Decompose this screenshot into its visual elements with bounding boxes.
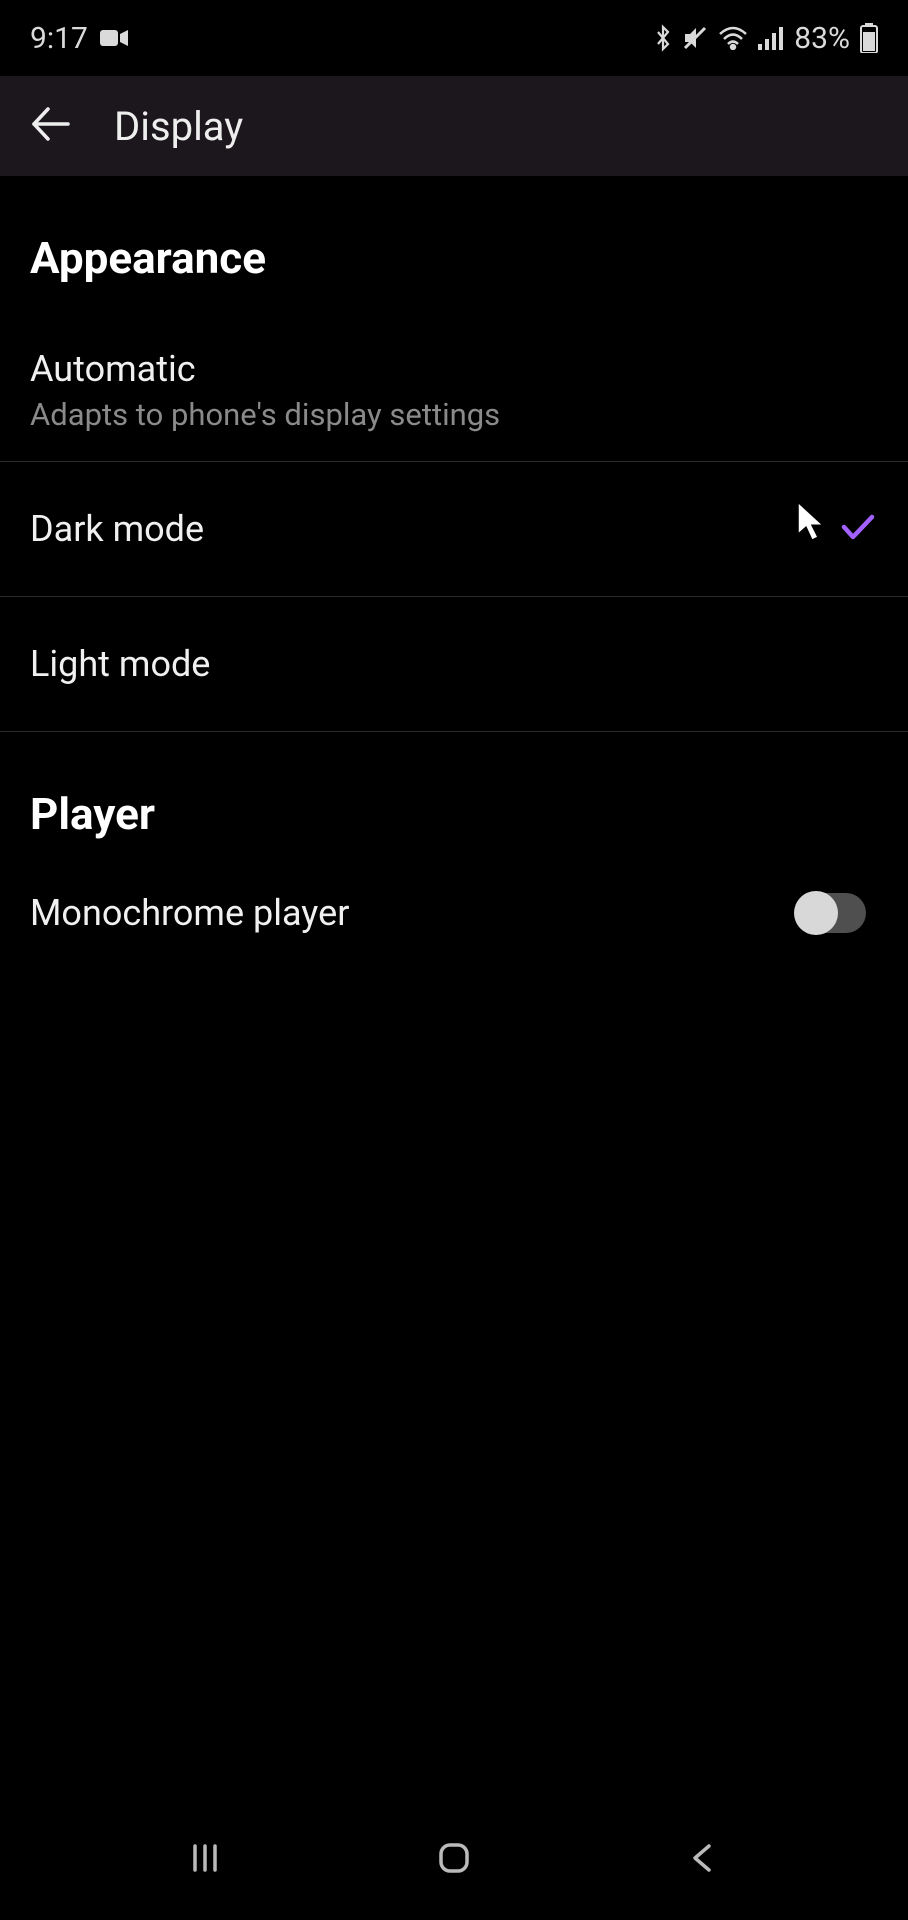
setting-title-automatic: Automatic — [30, 348, 500, 390]
status-time: 9:17 — [30, 21, 88, 56]
setting-title-dark-mode: Dark mode — [30, 508, 204, 550]
nav-home-icon[interactable] — [434, 1838, 474, 1882]
cursor-icon — [796, 500, 828, 548]
setting-subtitle-automatic: Adapts to phone's display settings — [30, 396, 500, 433]
toggle-knob — [794, 891, 838, 935]
battery-icon — [860, 23, 878, 53]
content-area: Appearance Automatic Adapts to phone's d… — [0, 176, 908, 962]
nav-recents-icon[interactable] — [185, 1838, 225, 1882]
bluetooth-icon — [654, 24, 672, 52]
setting-monochrome-player[interactable]: Monochrome player — [0, 876, 908, 962]
app-bar: Display — [0, 76, 908, 176]
status-bar-right: 83% — [654, 21, 878, 56]
wifi-icon — [718, 26, 748, 50]
section-header-player: Player — [0, 732, 908, 876]
status-bar: 9:17 — [0, 0, 908, 76]
battery-percent: 83% — [794, 21, 850, 56]
status-bar-left: 9:17 — [30, 21, 128, 56]
signal-icon — [758, 26, 784, 50]
back-arrow-icon[interactable] — [28, 101, 74, 151]
navigation-bar — [0, 1800, 908, 1920]
setting-automatic[interactable]: Automatic Adapts to phone's display sett… — [0, 320, 908, 462]
page-title: Display — [114, 103, 243, 150]
setting-title-monochrome: Monochrome player — [30, 892, 349, 934]
video-camera-icon — [100, 28, 128, 48]
toggle-monochrome[interactable] — [796, 893, 866, 933]
nav-back-icon[interactable] — [683, 1838, 723, 1882]
mute-icon — [682, 25, 708, 51]
setting-title-light-mode: Light mode — [30, 643, 210, 685]
section-header-appearance: Appearance — [0, 176, 908, 320]
setting-dark-mode[interactable]: Dark mode — [0, 462, 908, 597]
setting-light-mode[interactable]: Light mode — [0, 597, 908, 732]
checkmark-icon — [838, 511, 878, 547]
